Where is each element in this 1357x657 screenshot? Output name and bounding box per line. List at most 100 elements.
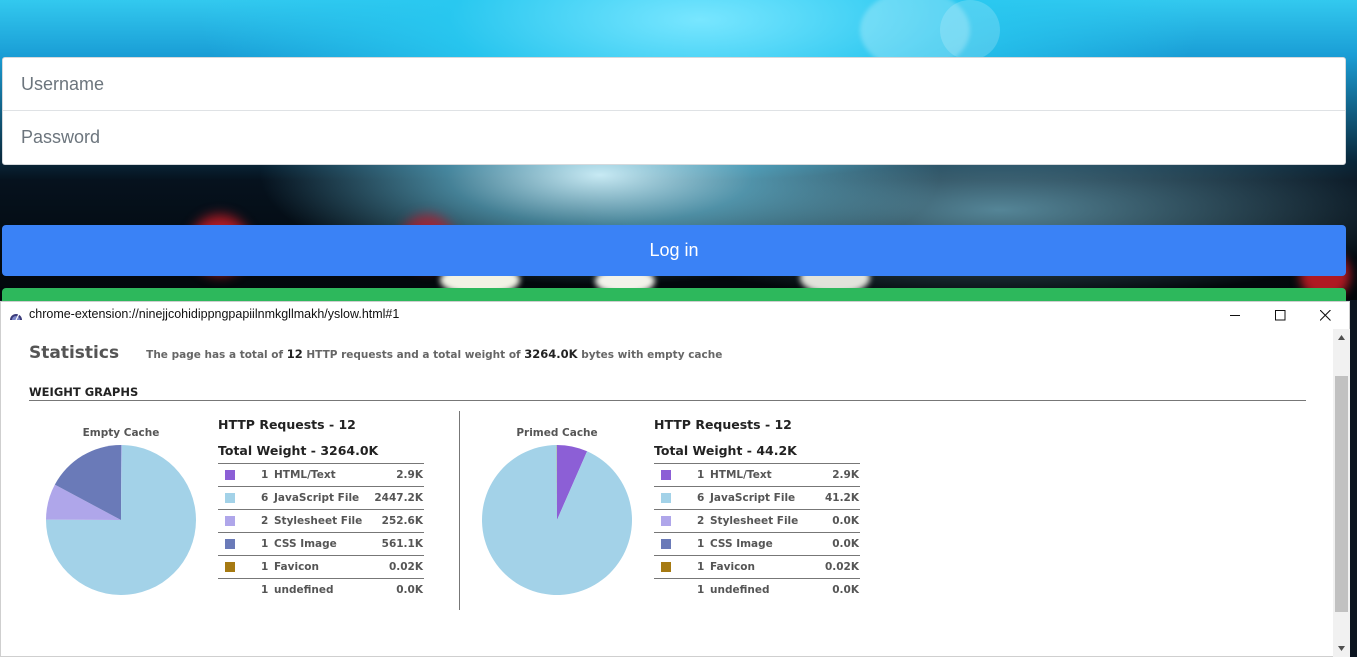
legend-swatch	[225, 562, 235, 572]
login-form	[2, 57, 1346, 165]
yslow-content: Statistics The page has a total of 12 HT…	[1, 329, 1333, 657]
primed-cache-weight: Total Weight - 44.2K	[654, 443, 797, 458]
window-title: chrome-extension://ninejjcohidippngpapii…	[29, 307, 400, 321]
primed-cache-requests: HTTP Requests - 12	[654, 417, 792, 432]
statistics-title: Statistics	[29, 343, 120, 363]
component-type: Favicon	[274, 561, 319, 573]
total-weight: 3264.0K	[524, 347, 578, 361]
yslow-icon	[10, 313, 22, 321]
table-row: 6 JavaScript File 2447.2K	[218, 487, 424, 510]
component-size: 0.0K	[832, 584, 859, 596]
component-count: 6	[261, 492, 269, 504]
empty-cache-label: Empty Cache	[82, 427, 160, 439]
legend-swatch	[225, 516, 235, 526]
component-size: 561.1K	[381, 538, 423, 550]
empty-cache-weight: Total Weight - 3264.0K	[218, 443, 379, 458]
graph-divider	[459, 411, 460, 610]
table-row: 1 CSS Image 0.0K	[654, 533, 860, 556]
component-count: 1	[697, 538, 705, 550]
component-type: JavaScript File	[710, 492, 796, 504]
table-row: 1 HTML/Text 2.9K	[654, 464, 860, 487]
component-size: 41.2K	[824, 492, 859, 504]
chevron-up-icon	[1338, 335, 1345, 340]
vertical-scrollbar[interactable]	[1333, 329, 1350, 657]
component-type: undefined	[710, 584, 770, 596]
table-row: 6 JavaScript File 41.2K	[654, 487, 860, 510]
statistics-header: Statistics The page has a total of 12 HT…	[29, 343, 722, 363]
component-size: 2.9K	[396, 469, 423, 481]
legend-swatch	[661, 470, 671, 480]
component-count: 2	[697, 515, 705, 527]
empty-cache-components-table: 1 HTML/Text 2.9K 6 JavaScript File 2447.2K 2…	[218, 463, 424, 602]
component-size: 0.0K	[832, 515, 859, 527]
primed-cache-label: Primed Cache	[516, 427, 598, 439]
component-count: 6	[697, 492, 705, 504]
summary-prefix: The page has a total of	[146, 349, 284, 361]
login-button[interactable]: Log in	[2, 225, 1346, 276]
minimize-button[interactable]	[1213, 302, 1258, 329]
table-row: 1 CSS Image 561.1K	[218, 533, 424, 556]
component-type: JavaScript File	[274, 492, 360, 504]
legend-swatch	[225, 470, 235, 480]
table-row: 1 undefined 0.0K	[654, 579, 860, 602]
primed-cache-pie	[482, 445, 632, 595]
component-size: 0.02K	[824, 561, 859, 573]
maximize-icon	[1275, 310, 1286, 321]
component-size: 0.0K	[396, 584, 423, 596]
bokeh-light	[940, 0, 1000, 60]
summary-middle: HTTP requests and a total weight of	[306, 349, 521, 361]
component-size: 2.9K	[832, 469, 859, 481]
summary-suffix: bytes with empty cache	[581, 349, 723, 361]
legend-swatch	[661, 562, 671, 572]
component-size: 0.0K	[832, 538, 859, 550]
component-size: 252.6K	[381, 515, 423, 527]
component-size: 0.02K	[388, 561, 423, 573]
empty-cache-pie	[46, 445, 196, 595]
component-type: Stylesheet File	[274, 515, 363, 527]
component-count: 1	[697, 469, 705, 481]
scroll-down-button[interactable]	[1333, 640, 1350, 657]
maximize-button[interactable]	[1258, 302, 1303, 329]
request-count: 12	[286, 347, 303, 361]
chevron-down-icon	[1338, 646, 1345, 651]
close-icon	[1320, 310, 1331, 321]
legend-swatch	[225, 493, 235, 503]
component-count: 1	[261, 538, 269, 550]
table-row: 1 undefined 0.0K	[218, 579, 424, 602]
component-type: Stylesheet File	[710, 515, 799, 527]
password-input[interactable]	[3, 111, 1345, 164]
weight-graphs-heading: WEIGHT GRAPHS	[29, 385, 1306, 401]
legend-swatch	[225, 539, 235, 549]
close-button[interactable]	[1303, 302, 1348, 329]
yslow-popup-window: chrome-extension://ninejjcohidippngpapii…	[0, 301, 1350, 657]
component-count: 1	[261, 469, 269, 481]
component-count: 1	[697, 584, 705, 596]
legend-swatch	[661, 493, 671, 503]
component-type: CSS Image	[274, 538, 337, 550]
table-row: 2 Stylesheet File 252.6K	[218, 510, 424, 533]
minimize-icon	[1230, 315, 1240, 316]
component-count: 2	[261, 515, 269, 527]
legend-swatch	[661, 539, 671, 549]
window-titlebar[interactable]: chrome-extension://ninejjcohidippngpapii…	[1, 302, 1349, 329]
component-size: 2447.2K	[374, 492, 423, 504]
primed-cache-components-table: 1 HTML/Text 2.9K 6 JavaScript File 41.2K 2 St…	[654, 463, 860, 602]
table-row: 1 Favicon 0.02K	[218, 556, 424, 579]
table-row: 1 Favicon 0.02K	[654, 556, 860, 579]
component-type: HTML/Text	[274, 469, 336, 481]
component-count: 1	[697, 561, 705, 573]
table-row: 1 HTML/Text 2.9K	[218, 464, 424, 487]
component-type: CSS Image	[710, 538, 773, 550]
scroll-up-button[interactable]	[1333, 329, 1350, 346]
component-type: HTML/Text	[710, 469, 772, 481]
legend-swatch	[661, 516, 671, 526]
component-type: undefined	[274, 584, 334, 596]
table-row: 2 Stylesheet File 0.0K	[654, 510, 860, 533]
username-input[interactable]	[3, 58, 1345, 111]
component-count: 1	[261, 561, 269, 573]
statistics-summary: The page has a total of 12 HTTP requests…	[146, 347, 723, 361]
scrollbar-thumb[interactable]	[1335, 376, 1348, 612]
component-type: Favicon	[710, 561, 755, 573]
empty-cache-requests: HTTP Requests - 12	[218, 417, 356, 432]
component-count: 1	[261, 584, 269, 596]
